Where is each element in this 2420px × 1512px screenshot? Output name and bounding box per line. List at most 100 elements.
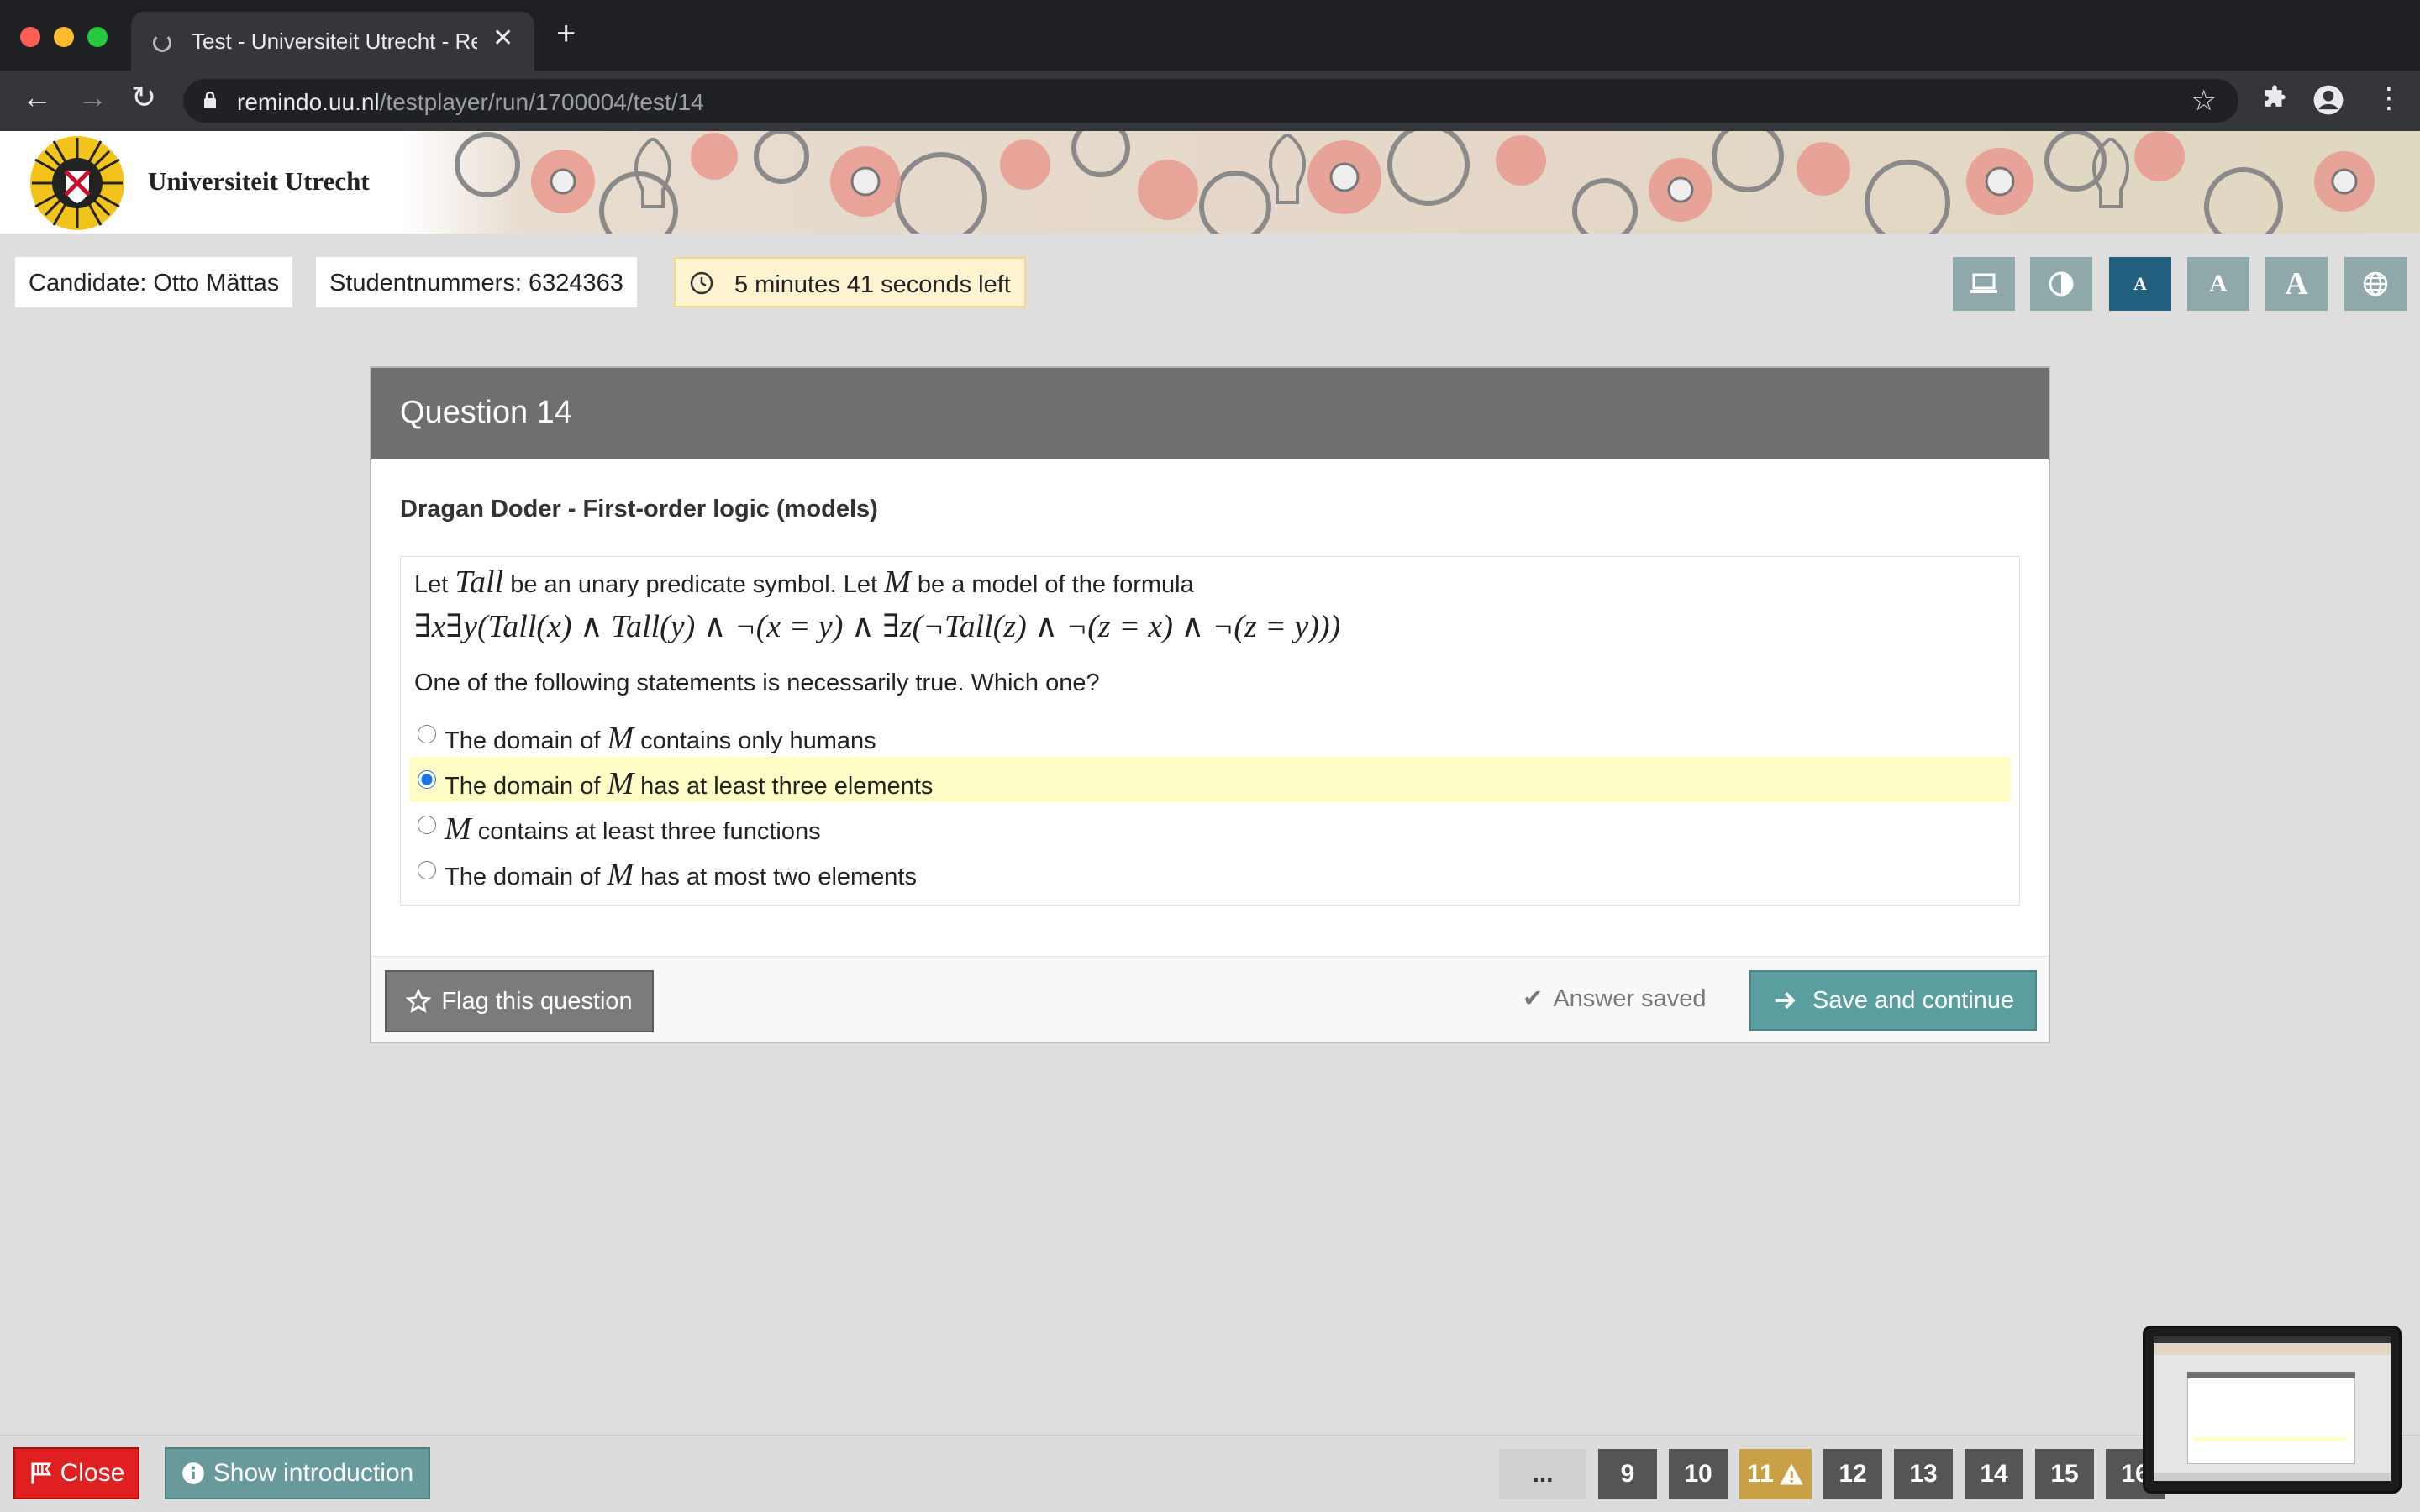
lock-icon: [204, 92, 216, 108]
option-2-text: The domain of M has at least three eleme…: [445, 765, 933, 802]
option-1-before: The domain of: [445, 727, 601, 754]
globe-icon: [2363, 271, 2388, 297]
url-text: remindo.uu.nl/testplayer/run/1700004/tes…: [237, 89, 704, 116]
answer-option-3[interactable]: M contains at least three functions: [409, 802, 2011, 848]
intro-part-2: be an unary predicate symbol. Let: [510, 571, 878, 598]
url-host: remindo.uu.nl: [237, 89, 380, 115]
time-left-text: 5 minutes 41 seconds left: [734, 271, 1011, 298]
option-3-after: contains at least three functions: [477, 818, 821, 845]
screen-preview-image: [2154, 1336, 2391, 1481]
question-prompt: One of the following statements is neces…: [414, 669, 1100, 696]
window-close-dot[interactable]: [20, 27, 40, 47]
close-tab-icon[interactable]: ✕: [492, 24, 513, 53]
browser-tab[interactable]: Test - Universiteit Utrecht - Re ✕: [131, 12, 534, 71]
font-size-small-button[interactable]: A: [2109, 257, 2171, 311]
page-button-14-current[interactable]: 14: [1965, 1449, 2023, 1499]
option-2-symbol: M: [607, 766, 634, 801]
question-body: Let Tall be an unary predicate symbol. L…: [400, 556, 2020, 906]
page-button-10[interactable]: 10: [1669, 1449, 1728, 1499]
option-3-symbol: M: [445, 811, 471, 847]
tab-title: Test - Universiteit Utrecht - Re: [192, 29, 477, 54]
answer-option-2[interactable]: The domain of M has at least three eleme…: [409, 757, 2011, 802]
page-button-12[interactable]: 12: [1823, 1449, 1882, 1499]
close-test-button[interactable]: Close: [13, 1447, 139, 1499]
laptop-icon: [1970, 273, 1997, 293]
time-remaining: 5 minutes 41 seconds left: [674, 257, 1026, 307]
page-button-13[interactable]: 13: [1894, 1449, 1953, 1499]
profile-icon[interactable]: [2312, 84, 2344, 121]
new-tab-icon[interactable]: +: [556, 17, 576, 50]
window-minimize-dot[interactable]: [54, 27, 74, 47]
loading-icon: [153, 34, 171, 52]
browser-toolbar: ← → ↻ remindo.uu.nl/testplayer/run/17000…: [0, 71, 2420, 131]
answer-saved-text: Answer saved: [1553, 985, 1707, 1012]
option-3-text: M contains at least three functions: [445, 811, 821, 848]
formula: ∃x∃y(Tall(x) ∧ Tall(y) ∧ ¬(x = y) ∧ ∃z(¬…: [414, 609, 1341, 644]
page-button-9[interactable]: 9: [1598, 1449, 1657, 1499]
font-size-large-button[interactable]: A: [2265, 257, 2328, 311]
arrow-right-icon: [1775, 991, 1796, 1010]
checkmark-icon: ✔: [1523, 985, 1544, 1012]
bookmark-star-icon[interactable]: ☆: [2191, 84, 2217, 118]
clock-icon: [690, 271, 713, 295]
font-size-medium-button[interactable]: A: [2187, 257, 2249, 311]
star-outline-icon: [406, 989, 432, 1013]
university-name: Universiteit Utrecht: [148, 166, 370, 196]
option-1-text: The domain of M contains only humans: [445, 720, 876, 757]
option-3-radio[interactable]: [418, 816, 436, 834]
font-medium-label: A: [2209, 270, 2228, 297]
answer-option-1[interactable]: The domain of M contains only humans: [409, 711, 2011, 757]
back-icon[interactable]: ←: [22, 82, 52, 113]
menu-kebab-icon[interactable]: ⋮: [2375, 84, 2403, 113]
question-footer: Flag this question ✔ Answer saved Save an…: [371, 956, 2049, 1042]
option-2-radio[interactable]: [418, 770, 436, 789]
fullscreen-button[interactable]: [1953, 257, 2015, 311]
bottom-navigation-bar: Close Show introduction ... 9 10 11 12 1…: [0, 1435, 2420, 1512]
question-author: Dragan Doder - First-order logic (models…: [400, 496, 878, 522]
font-large-label: A: [2285, 266, 2308, 302]
forward-icon[interactable]: →: [77, 82, 108, 113]
address-bar[interactable]: remindo.uu.nl/testplayer/run/1700004/tes…: [183, 79, 2238, 123]
flag-question-button[interactable]: Flag this question: [385, 970, 654, 1032]
reload-icon[interactable]: ↻: [131, 82, 156, 113]
browser-tab-bar: Test - Universiteit Utrecht - Re ✕ +: [0, 0, 2420, 71]
show-introduction-button[interactable]: Show introduction: [165, 1447, 430, 1499]
option-2-before: The domain of: [445, 773, 601, 800]
page-button-15[interactable]: 15: [2035, 1449, 2094, 1499]
question-card: Question 14 Dragan Doder - First-order l…: [370, 366, 2050, 1043]
save-and-continue-label: Save and continue: [1812, 986, 2015, 1014]
option-1-after: contains only humans: [640, 727, 876, 754]
save-and-continue-button[interactable]: Save and continue: [1749, 970, 2037, 1031]
predicate-symbol: Tall: [455, 564, 504, 600]
question-intro: Let Tall be an unary predicate symbol. L…: [414, 564, 1194, 601]
screen-preview-thumbnail[interactable]: [2143, 1326, 2402, 1494]
info-icon: [182, 1462, 204, 1484]
contrast-icon: [2049, 271, 2074, 297]
contrast-button[interactable]: [2030, 257, 2092, 311]
answer-saved-status: ✔ Answer saved: [1523, 984, 1706, 1013]
close-label: Close: [60, 1459, 125, 1487]
intro-part-1: Let: [414, 571, 449, 598]
option-4-radio[interactable]: [418, 861, 436, 879]
option-4-text: The domain of M has at most two elements: [445, 856, 917, 893]
gears-decoration: [455, 131, 2375, 234]
window-maximize-dot[interactable]: [87, 27, 108, 47]
option-1-radio[interactable]: [418, 725, 436, 743]
page-button-11[interactable]: 11: [1739, 1449, 1812, 1499]
option-2-after: has at least three elements: [640, 773, 934, 800]
model-symbol: M: [884, 564, 911, 600]
question-header: Question 14: [371, 368, 2049, 459]
extensions-icon[interactable]: [2260, 84, 2289, 118]
page-more-button[interactable]: ...: [1499, 1449, 1586, 1499]
candidate-name: Candidate: Otto Mättas: [15, 257, 293, 307]
option-1-symbol: M: [607, 721, 634, 756]
option-4-before: The domain of: [445, 864, 601, 890]
answer-option-4[interactable]: The domain of M has at most two elements: [409, 848, 2011, 893]
warning-icon: [1780, 1463, 1803, 1485]
question-title: Question 14: [400, 395, 572, 430]
student-number: Studentnummers: 6324363: [316, 257, 637, 307]
flag-question-label: Flag this question: [441, 987, 633, 1015]
exam-info-bar: Candidate: Otto Mättas Studentnummers: 6…: [0, 234, 2420, 329]
language-button[interactable]: [2344, 257, 2407, 311]
university-banner: Universiteit Utrecht: [0, 131, 2420, 234]
